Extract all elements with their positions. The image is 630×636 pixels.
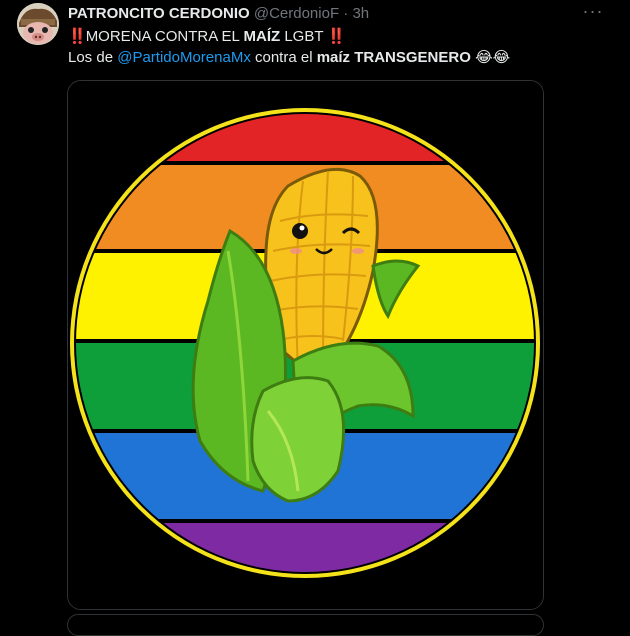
tweet-text-line-1: ‼️MORENA CONTRA EL MAÍZ LGBT ‼️ bbox=[68, 27, 346, 46]
corn-rainbow-illustration bbox=[68, 81, 543, 609]
double-exclamation-emoji: ‼️ bbox=[327, 28, 346, 45]
avatar-pig-icon bbox=[17, 3, 59, 45]
tweet-media-image[interactable] bbox=[67, 80, 544, 610]
tweet-header: PATRONCITO CERDONIO @CerdonioF · 3h bbox=[68, 5, 369, 23]
text-segment: LGBT bbox=[280, 28, 328, 45]
text-bold-segment: MAÍZ bbox=[243, 28, 281, 45]
mention-link[interactable]: @PartidoMorenaMx bbox=[117, 49, 251, 66]
avatar[interactable] bbox=[17, 3, 59, 45]
timestamp[interactable]: 3h bbox=[352, 5, 369, 22]
tweet[interactable]: PATRONCITO CERDONIO @CerdonioF · 3h ··· … bbox=[0, 0, 630, 636]
next-card-edge bbox=[67, 614, 544, 636]
more-horizontal-icon: ··· bbox=[582, 1, 604, 21]
display-name[interactable]: PATRONCITO CERDONIO bbox=[68, 5, 250, 22]
handle[interactable]: @CerdonioF bbox=[254, 5, 339, 22]
laughing-emoji: 😂😂 bbox=[475, 49, 511, 66]
text-segment: Los de bbox=[68, 49, 118, 66]
more-options-button[interactable]: ··· bbox=[582, 2, 604, 24]
text-segment: MORENA CONTRA EL bbox=[85, 28, 244, 45]
double-exclamation-emoji: ‼️ bbox=[68, 28, 87, 45]
tweet-text-line-2: Los de @PartidoMorenaMx contra el maíz T… bbox=[68, 48, 510, 67]
text-segment: contra el bbox=[250, 49, 317, 66]
text-bold-segment: maíz TRANSGENERO bbox=[316, 49, 471, 66]
separator: · bbox=[343, 5, 349, 22]
